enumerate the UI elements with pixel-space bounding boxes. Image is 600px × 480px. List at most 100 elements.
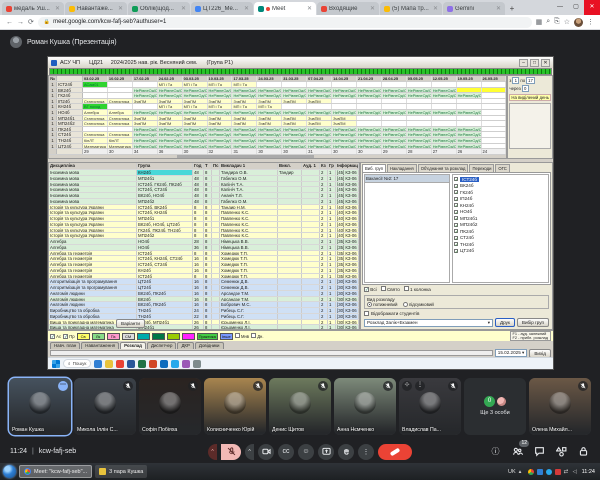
participant-tile[interactable]: ⊹⋮Владислав Па... — [399, 378, 461, 435]
schedule-cell[interactable]: НеРівнеОд/С — [357, 110, 382, 115]
tab-close-icon[interactable]: ✕ — [55, 5, 60, 12]
schedule-cell[interactable]: НеРівнеОд/С — [208, 132, 233, 137]
schedule-cell[interactable] — [357, 99, 382, 104]
schedule-cell[interactable]: НеРівнеОд/С — [357, 144, 382, 149]
schedule-cell[interactable]: НеРівнеОд/С — [158, 88, 183, 93]
schedule-cell[interactable]: НеРівнеОд/С — [208, 93, 233, 98]
taskbar-clock[interactable]: 11:24 — [582, 469, 597, 475]
app-tab-Диспетчер[interactable]: Диспетчер — [147, 342, 176, 349]
schedule-cell[interactable]: НеРівнеОд/С — [407, 144, 432, 149]
captions-button[interactable]: cc — [278, 444, 294, 460]
schedule-cell[interactable]: Статистика — [108, 132, 133, 137]
checkbox-checked-icon[interactable]: ✓ — [454, 190, 458, 194]
schedule-cell[interactable]: НеРівнеОд/С — [208, 138, 233, 143]
weeks-from-input[interactable]: 1 — [512, 77, 519, 84]
schedule-cell[interactable] — [382, 99, 407, 104]
participant-tile[interactable]: Софія Побіяха — [139, 378, 201, 435]
app-tab-Розклад[interactable]: Розклад — [120, 342, 146, 349]
browser-tab[interactable]: Gemini✕ — [443, 2, 505, 15]
reload-icon[interactable]: ⟳ — [28, 18, 34, 26]
more-people-tile[interactable]: 0Ще 3 особи — [464, 378, 526, 435]
schedule-cell[interactable]: НеРівнеОд/С — [457, 110, 482, 115]
taskbar-word-icon[interactable] — [127, 360, 135, 368]
schedule-cell[interactable] — [432, 104, 457, 109]
schedule-cell[interactable]: НеРівнеОд/С — [332, 93, 357, 98]
option[interactable]: Свято — [381, 286, 400, 292]
schedule-cell[interactable]: НеРівнеОд/С — [282, 132, 307, 137]
checkbox-checked-icon[interactable]: ✓ — [454, 242, 458, 246]
schedule-grid[interactable]: №03.02.2510.02.2517.02.2524.02.2503.03.2… — [48, 75, 507, 159]
schedule-cell[interactable] — [432, 116, 457, 121]
camera-button[interactable] — [258, 444, 274, 460]
schedule-cell[interactable] — [382, 116, 407, 121]
schedule-cell[interactable]: НеРівнеОд/С — [232, 88, 257, 93]
app-close-button[interactable]: ✕ — [541, 59, 550, 67]
schedule-cell[interactable] — [332, 104, 357, 109]
more-button[interactable]: ⋮ — [358, 444, 374, 460]
schedule-cell[interactable]: НеРівнеОд/С — [382, 93, 407, 98]
schedule-cell[interactable]: ЗчвПМ — [307, 121, 332, 126]
schedule-cell[interactable] — [382, 82, 407, 87]
variants-button[interactable]: Варіанти — [116, 319, 145, 328]
schedule-cell[interactable]: НеРівнеОд/С — [257, 93, 282, 98]
schedule-cell[interactable]: ЗчвПМ — [232, 116, 257, 121]
tray-alert-icon[interactable] — [555, 469, 561, 475]
schedule-cell[interactable]: Математика — [83, 144, 108, 149]
view-summary-radio[interactable] — [403, 302, 408, 307]
schedule-cell[interactable]: ЗчвПМ — [183, 121, 208, 126]
schedule-cell[interactable] — [357, 121, 382, 126]
schedule-cell[interactable]: НеРівнеОд/С — [457, 127, 482, 132]
schedule-cell[interactable]: НеРівнеОд/С — [407, 93, 432, 98]
schedule-cell[interactable] — [407, 121, 432, 126]
browser-tab[interactable]: Навантаже...✕ — [65, 2, 127, 15]
schedule-cell[interactable]: Статистика — [83, 116, 108, 121]
camera-options-caret-icon[interactable]: ^ — [245, 444, 254, 460]
schedule-cell[interactable] — [332, 82, 357, 87]
schedule-cell[interactable]: НеРівнеОд/С — [382, 132, 407, 137]
schedule-cell[interactable]: НеРівнеОд/С — [407, 110, 432, 115]
schedule-cell[interactable] — [482, 104, 507, 109]
schedule-cell[interactable]: НеРівнеОд/С — [208, 144, 233, 149]
schedule-cell[interactable]: НеРівнеОд/С — [257, 144, 282, 149]
schedule-cell[interactable] — [482, 132, 507, 137]
schedule-cell[interactable] — [83, 88, 108, 93]
schedule-cell[interactable]: НеРівнеОд/С — [208, 127, 233, 132]
participant-tile[interactable]: ⋯Роман Кушка — [9, 378, 71, 435]
browser-tab[interactable]: медаль Уш...✕ — [2, 2, 64, 15]
schedule-cell[interactable] — [332, 99, 357, 104]
schedule-cell[interactable]: НеРівнеОд/С — [432, 110, 457, 115]
schedule-cell[interactable]: НеРівнеОд/С — [183, 88, 208, 93]
schedule-cell[interactable]: ЗчвПМ — [257, 99, 282, 104]
schedule-cell[interactable] — [482, 110, 507, 115]
schedule-cell[interactable]: НеРівнеОд/С — [357, 132, 382, 137]
schedule-cell[interactable]: НеРівнеОд/С — [407, 138, 432, 143]
share-icon[interactable]: ⎘ — [554, 18, 560, 26]
schedule-cell[interactable]: НеРівнеОд/С — [158, 110, 183, 115]
schedule-cell[interactable]: НеРівнеОд/С — [332, 132, 357, 137]
schedule-cell[interactable]: НеРівнеОд/С — [332, 138, 357, 143]
schedule-cell[interactable]: ЗчвПМ — [183, 99, 208, 104]
panel-tab[interactable]: Виб. груп — [362, 164, 386, 172]
schedule-cell[interactable] — [108, 127, 133, 132]
schedule-cell[interactable]: НеРівнеОд/С — [432, 138, 457, 143]
taskbar-store-icon[interactable] — [160, 360, 168, 368]
window-minimize-button[interactable]: — — [552, 0, 568, 15]
schedule-cell[interactable]: НеРівнеОд/С — [407, 127, 432, 132]
checkbox-checked-icon[interactable]: ✓ — [454, 210, 458, 214]
schedule-cell[interactable]: ЗчвПМ — [133, 116, 158, 121]
checkbox-checked-icon[interactable]: ✓ — [454, 197, 458, 201]
schedule-cell[interactable]: НеРівнеОд/С — [232, 132, 257, 137]
tile-kebab-icon[interactable]: ⋮ — [415, 381, 425, 391]
url-bar[interactable]: 🔒 meet.google.com/kcw-fafj-seb?authuser=… — [38, 17, 532, 28]
mic-options-caret-icon[interactable]: ^ — [208, 444, 217, 460]
schedule-cell[interactable]: НеРівнеОд/С — [307, 88, 332, 93]
schedule-cell[interactable]: МП і Та — [208, 104, 233, 109]
checkbox-checked-icon[interactable]: ✓ — [454, 249, 458, 253]
tile-menu-icon[interactable]: ⋯ — [58, 381, 68, 391]
schedule-cell[interactable] — [382, 104, 407, 109]
browser-tab[interactable]: Meet✕ — [254, 2, 316, 15]
zoom-icon[interactable]: ⌕ — [546, 18, 550, 26]
schedule-cell[interactable]: НеРівнеОд/С — [432, 93, 457, 98]
schedule-cell[interactable]: НеРівнеОд/С — [357, 138, 382, 143]
schedule-cell[interactable]: МП і Та — [183, 104, 208, 109]
